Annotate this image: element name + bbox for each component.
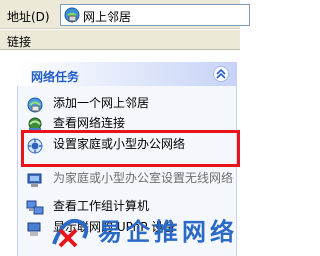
address-value: 网上邻居	[83, 10, 132, 24]
highlight-box	[21, 130, 240, 167]
task-label: 查看网络连接	[53, 116, 126, 130]
address-input[interactable]: 网上邻居	[60, 4, 250, 26]
task-label: 添加一个网上邻居	[53, 96, 150, 110]
upnp-devices-icon	[26, 220, 44, 238]
address-label: 地址(D)	[7, 10, 50, 24]
wireless-network-icon	[26, 171, 44, 189]
links-label[interactable]: 链接	[7, 33, 31, 50]
panel-title: 网络任务	[31, 70, 80, 84]
links-bar: 链接	[0, 30, 240, 50]
watermark-logo-icon	[52, 219, 89, 248]
watermark-text: 易企推网络	[98, 217, 238, 246]
workgroup-computers-icon	[26, 199, 44, 217]
network-tasks-header[interactable]: 网络任务	[17, 62, 237, 86]
address-bar: 地址(D) 网上邻居	[0, 0, 250, 29]
task-label: 为家庭或小型办公室设置无线网络	[53, 171, 234, 185]
add-network-place-icon	[26, 96, 44, 114]
network-places-icon	[64, 7, 80, 23]
watermark: 易企推网络	[50, 212, 240, 252]
chevron-up-icon[interactable]	[213, 66, 229, 82]
